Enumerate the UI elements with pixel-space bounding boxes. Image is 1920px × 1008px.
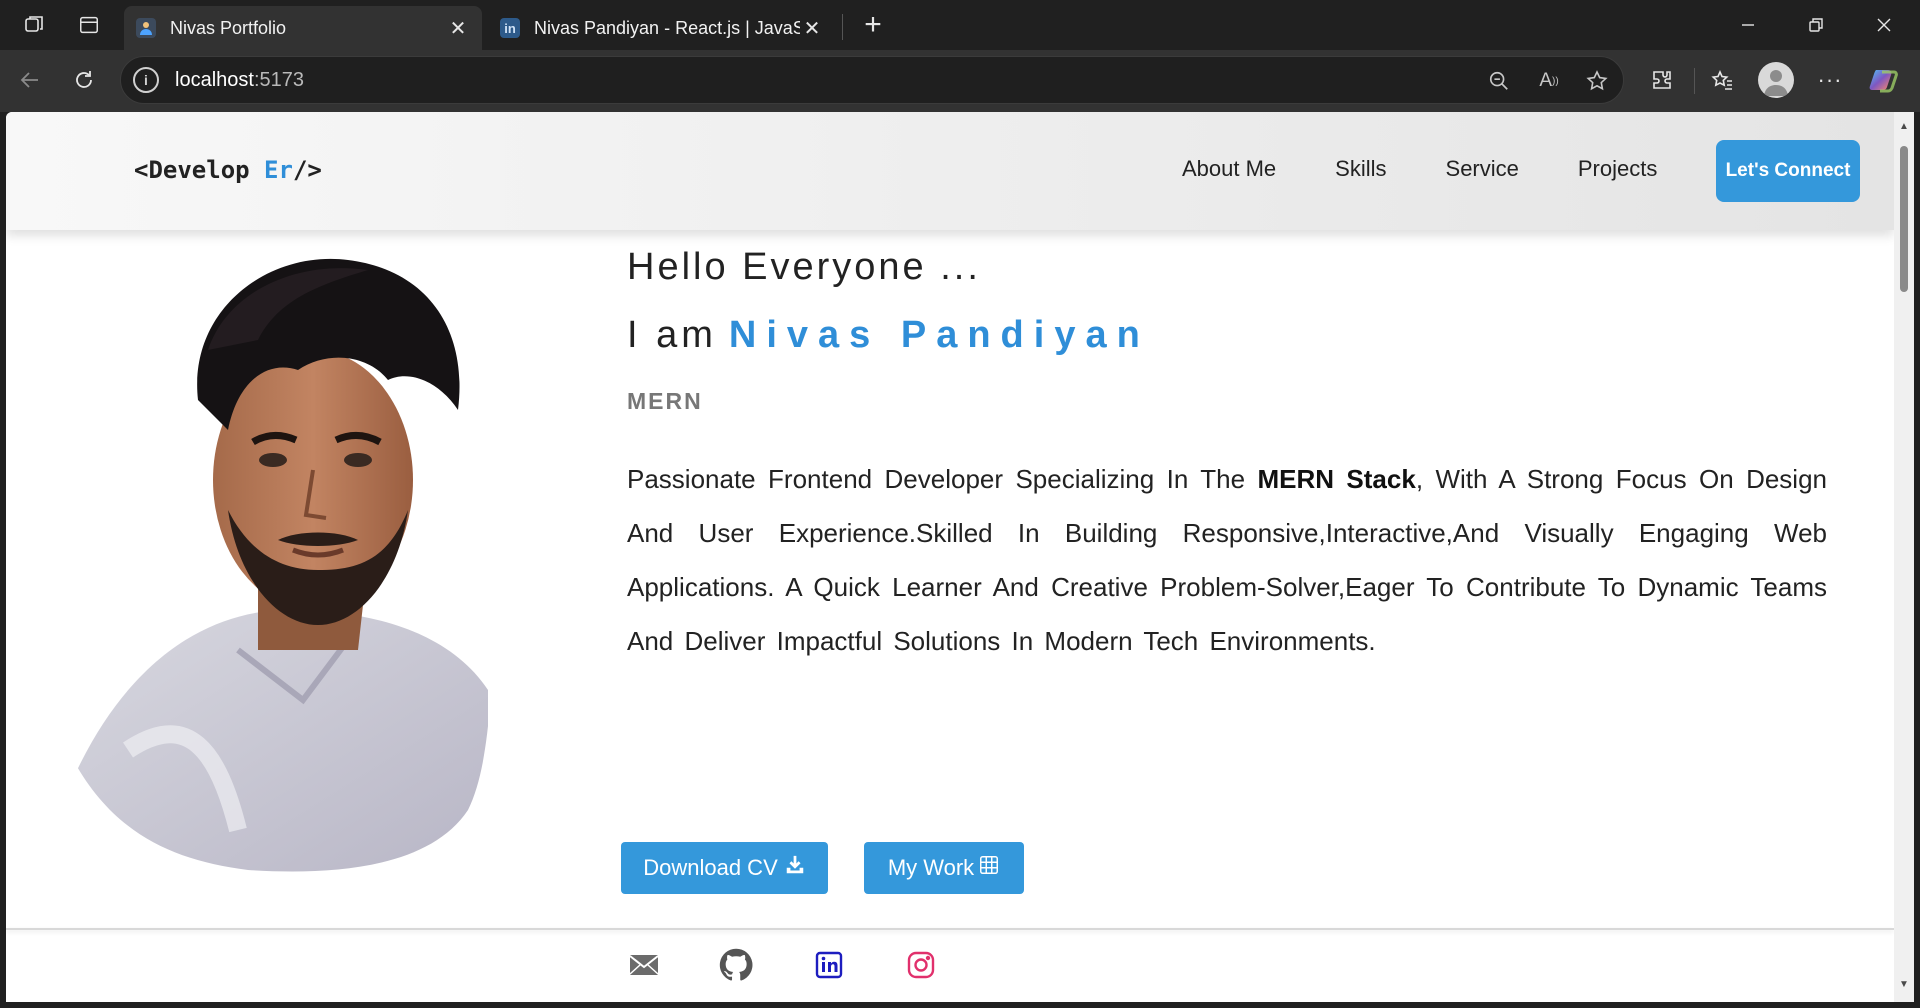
site-navbar: <Develop Er/> About Me Skills Service Pr… bbox=[6, 112, 1894, 230]
extensions-icon[interactable] bbox=[1646, 64, 1678, 96]
linkedin-icon[interactable] bbox=[812, 948, 846, 982]
role-label: MERN bbox=[627, 388, 703, 414]
copilot-icon[interactable] bbox=[1866, 62, 1902, 98]
scroll-up-icon[interactable]: ▲ bbox=[1898, 122, 1910, 132]
tab-title: Nivas Pandiyan - React.js | JavaScript bbox=[534, 17, 800, 38]
lets-connect-button[interactable]: Let's Connect bbox=[1716, 140, 1860, 202]
nav-link-projects[interactable]: Projects bbox=[1578, 156, 1657, 182]
restore-icon[interactable] bbox=[1782, 0, 1850, 50]
profile-avatar-icon[interactable] bbox=[1758, 62, 1794, 98]
nav-link-skills[interactable]: Skills bbox=[1335, 156, 1386, 182]
url-text: localhost:5173 bbox=[175, 68, 304, 91]
close-tab-icon[interactable]: ✕ bbox=[446, 16, 470, 41]
site-info-icon[interactable]: i bbox=[133, 67, 159, 93]
portfolio-favicon-icon bbox=[136, 18, 156, 38]
new-tab-icon[interactable]: + bbox=[856, 8, 890, 42]
mail-icon[interactable] bbox=[627, 948, 661, 982]
browser-tab-bar: Nivas Portfolio ✕ in Nivas Pandiyan - Re… bbox=[0, 0, 1920, 50]
tab-divider bbox=[842, 14, 843, 40]
zoom-out-icon[interactable] bbox=[1485, 67, 1513, 95]
greeting-heading: Hello Everyone ... bbox=[627, 246, 981, 288]
favorites-icon[interactable] bbox=[1706, 64, 1738, 96]
github-icon[interactable] bbox=[719, 948, 753, 982]
tab-nivas-portfolio[interactable]: Nivas Portfolio ✕ bbox=[124, 6, 482, 50]
nav-link-service[interactable]: Service bbox=[1446, 156, 1519, 182]
site-logo[interactable]: <Develop Er/> bbox=[134, 156, 322, 184]
linkedin-favicon-icon: in bbox=[500, 18, 520, 38]
section-divider bbox=[6, 928, 1894, 930]
hero-section: Hello Everyone ... I am Nivas Pandiyan ME… bbox=[6, 230, 1894, 981]
name-highlight: Nivas Pandiyan bbox=[728, 314, 1150, 356]
download-cv-button[interactable]: Download CV bbox=[621, 842, 828, 894]
grid-icon bbox=[980, 856, 999, 874]
back-icon[interactable] bbox=[14, 64, 46, 96]
scrollbar-thumb[interactable] bbox=[1900, 146, 1908, 292]
minimize-icon[interactable] bbox=[1714, 0, 1782, 50]
profile-photo bbox=[68, 230, 528, 872]
scroll-down-icon[interactable]: ▼ bbox=[1898, 980, 1910, 990]
page-scrollbar[interactable]: ▲ ▼ bbox=[1894, 112, 1914, 1002]
tab-title: Nivas Portfolio bbox=[170, 17, 287, 38]
nav-link-about-me[interactable]: About Me bbox=[1182, 156, 1276, 182]
close-window-icon[interactable] bbox=[1850, 0, 1918, 50]
tab-linkedin[interactable]: in Nivas Pandiyan - React.js | JavaScrip… bbox=[488, 6, 838, 50]
nav-links: About Me Skills Service Projects bbox=[1182, 156, 1716, 182]
page-viewport: <Develop Er/> About Me Skills Service Pr… bbox=[6, 112, 1894, 1002]
workspaces-icon[interactable] bbox=[20, 10, 50, 40]
more-menu-icon[interactable]: ··· bbox=[1814, 64, 1846, 96]
instagram-icon[interactable] bbox=[904, 948, 938, 982]
close-tab-icon[interactable]: ✕ bbox=[800, 16, 824, 41]
favorite-star-icon[interactable] bbox=[1583, 67, 1611, 95]
read-aloud-icon[interactable]: A)) bbox=[1535, 67, 1563, 95]
my-work-button[interactable]: My Work bbox=[864, 842, 1024, 894]
browser-toolbar: i localhost:5173 A)) ··· bbox=[0, 50, 1920, 112]
bio-paragraph: Passionate Frontend Developer Specializi… bbox=[627, 464, 1828, 656]
intro-heading: I am Nivas Pandiyan bbox=[627, 314, 1150, 356]
refresh-icon[interactable] bbox=[68, 64, 100, 96]
tab-actions-icon[interactable] bbox=[74, 10, 104, 40]
address-bar[interactable]: i localhost:5173 A)) bbox=[120, 56, 1624, 104]
toolbar-divider bbox=[1694, 68, 1695, 94]
download-icon bbox=[786, 855, 803, 874]
